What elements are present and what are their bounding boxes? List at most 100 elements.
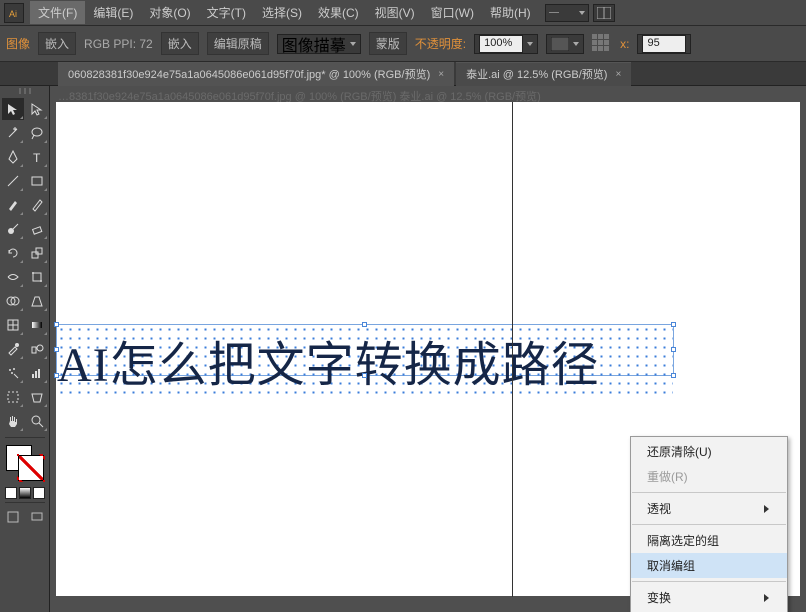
stroke-swatch[interactable]	[18, 455, 44, 481]
resize-handle[interactable]	[362, 373, 367, 378]
eyedropper-tool[interactable]	[2, 338, 24, 360]
fill-stroke-swatches[interactable]	[4, 445, 46, 483]
eyedropper-tool-icon	[6, 342, 20, 356]
mask-button[interactable]: 蒙版	[369, 32, 407, 55]
arrange-docs-button[interactable]	[593, 4, 615, 22]
gradient-tool-icon	[30, 318, 44, 332]
resize-handle[interactable]	[671, 373, 676, 378]
opacity-value[interactable]: 100%	[479, 35, 523, 53]
gradient-tool[interactable]	[26, 314, 48, 336]
menu-redo: 重做(R)	[631, 464, 787, 489]
color-mode-row	[5, 487, 45, 499]
menu-isolate-group[interactable]: 隔离选定的组	[631, 528, 787, 553]
resize-handle[interactable]	[54, 373, 59, 378]
embed-button-2[interactable]: 嵌入	[161, 32, 199, 55]
x-value[interactable]: 95	[642, 35, 686, 53]
resize-handle[interactable]	[671, 322, 676, 327]
blend-tool-icon	[30, 342, 44, 356]
pen-tool[interactable]	[2, 146, 24, 168]
none-mode[interactable]	[33, 487, 45, 499]
gradient-mode[interactable]	[19, 487, 31, 499]
mesh-tool[interactable]	[2, 314, 24, 336]
slice-tool-icon	[30, 390, 44, 404]
menu-bar: Ai 文件(F) 编辑(E) 对象(O) 文字(T) 选择(S) 效果(C) 视…	[0, 0, 806, 26]
style-dropdown[interactable]	[546, 34, 584, 54]
resize-handle[interactable]	[54, 322, 59, 327]
slice-tool[interactable]	[26, 386, 48, 408]
image-trace-dropdown[interactable]: 图像描摹	[277, 34, 361, 54]
type-tool[interactable]: T	[26, 146, 48, 168]
menu-select[interactable]: 选择(S)	[254, 1, 310, 24]
document-tab[interactable]: 泰业.ai @ 12.5% (RGB/预览) ×	[456, 62, 631, 86]
screen-mode[interactable]	[26, 506, 48, 528]
hand-tool[interactable]	[2, 410, 24, 432]
magic-wand-tool[interactable]	[2, 122, 24, 144]
style-icon	[551, 37, 569, 51]
direct-selection-tool[interactable]	[26, 98, 48, 120]
paintbrush-tool[interactable]	[2, 194, 24, 216]
resize-handle[interactable]	[671, 347, 676, 352]
menu-type[interactable]: 文字(T)	[199, 1, 254, 24]
options-bar: 图像 嵌入 RGB PPI: 72 嵌入 编辑原稿 图像描摹 蒙版 不透明度: …	[0, 26, 806, 62]
width-tool[interactable]	[2, 266, 24, 288]
menu-object[interactable]: 对象(O)	[141, 1, 198, 24]
panel-grip[interactable]	[5, 88, 45, 96]
align-panel-button[interactable]	[592, 34, 612, 54]
pen-tool-icon	[6, 150, 20, 164]
resize-handle[interactable]	[362, 322, 367, 327]
zoom-tool[interactable]	[26, 410, 48, 432]
x-label: x:	[620, 37, 629, 51]
symbol-sprayer-tool[interactable]	[2, 362, 24, 384]
rectangle-tool[interactable]	[26, 170, 48, 192]
type-tool-icon: T	[30, 150, 44, 164]
scale-tool[interactable]	[26, 242, 48, 264]
menu-ungroup[interactable]: 取消编组	[631, 553, 787, 578]
shape-builder-tool[interactable]	[2, 290, 24, 312]
menu-help[interactable]: 帮助(H)	[482, 1, 539, 24]
eraser-tool-icon	[30, 222, 44, 236]
menu-perspective[interactable]: 透视	[631, 496, 787, 521]
color-mode[interactable]	[5, 487, 17, 499]
menu-file[interactable]: 文件(F)	[30, 1, 85, 24]
x-field[interactable]: 95	[637, 34, 691, 54]
pencil-tool[interactable]	[26, 194, 48, 216]
menu-view[interactable]: 视图(V)	[367, 1, 423, 24]
embed-button-1[interactable]: 嵌入	[38, 32, 76, 55]
selection-bounds[interactable]: AI怎么把文字转换成路径	[56, 324, 674, 376]
item-label: 变换	[647, 589, 671, 606]
blob-brush-tool[interactable]	[2, 218, 24, 240]
canvas-area[interactable]: …8381f30e924e75a1a0645086e061d95f70f.jpg…	[50, 86, 806, 612]
outlined-text-object[interactable]: AI怎么把文字转换成路径	[57, 325, 673, 395]
draw-mode[interactable]	[2, 506, 24, 528]
line-tool[interactable]	[2, 170, 24, 192]
direct-selection-tool-icon	[30, 102, 44, 116]
menu-effect[interactable]: 效果(C)	[310, 1, 367, 24]
screen-icon	[30, 510, 44, 524]
item-label: 取消编组	[647, 557, 695, 574]
menu-window[interactable]: 窗口(W)	[423, 1, 482, 24]
tab-close-icon[interactable]: ×	[615, 69, 621, 80]
opacity-dropdown[interactable]: 100%	[474, 34, 538, 54]
lasso-tool[interactable]	[26, 122, 48, 144]
graph-tool[interactable]	[26, 362, 48, 384]
resize-handle[interactable]	[54, 347, 59, 352]
tab-close-icon[interactable]: ×	[438, 69, 444, 80]
menu-undo-clear[interactable]: 还原清除(U)	[631, 439, 787, 464]
perspective-tool[interactable]	[26, 290, 48, 312]
chevron-down-icon	[350, 42, 356, 46]
free-transform-tool[interactable]	[26, 266, 48, 288]
rotate-tool[interactable]	[2, 242, 24, 264]
eraser-tool[interactable]	[26, 218, 48, 240]
scale-tool-icon	[30, 246, 44, 260]
item-label: 还原清除(U)	[647, 443, 712, 460]
menu-transform[interactable]: 变换	[631, 585, 787, 610]
artboard-tool[interactable]	[2, 386, 24, 408]
separator	[5, 502, 45, 503]
chevron-down-icon	[579, 11, 585, 15]
menu-edit[interactable]: 编辑(E)	[85, 1, 141, 24]
selection-tool[interactable]	[2, 98, 24, 120]
edit-original-button[interactable]: 编辑原稿	[207, 32, 269, 55]
document-tab[interactable]: 060828381f30e924e75a1a0645086e061d95f70f…	[58, 62, 454, 86]
workspace-dropdown[interactable]	[545, 4, 589, 22]
blend-tool[interactable]	[26, 338, 48, 360]
